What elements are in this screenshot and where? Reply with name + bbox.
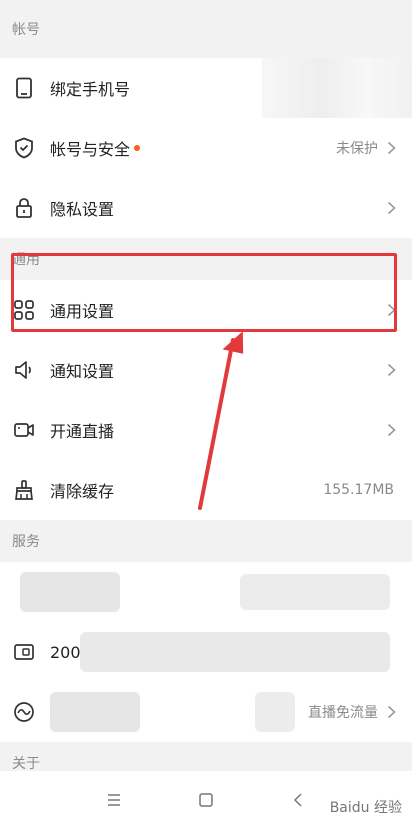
row-label-wrap: 帐号与安全 [50, 136, 336, 160]
video-camera-icon [12, 418, 36, 442]
row-service-blurred[interactable] [0, 562, 412, 622]
blurred-region [255, 692, 295, 732]
wave-icon [12, 700, 36, 724]
broom-icon [12, 478, 36, 502]
chevron-right-icon [384, 423, 398, 437]
lock-icon [12, 196, 36, 220]
blurred-region [20, 572, 120, 612]
row-label: 帐号与安全 [50, 140, 131, 159]
blurred-region [240, 574, 390, 610]
menu-icon[interactable] [103, 789, 125, 811]
row-notification[interactable]: 通知设置 [0, 340, 412, 400]
watermark: Baidu 经验 [329, 800, 402, 816]
home-icon[interactable] [195, 789, 217, 811]
section-title: 通用 [12, 252, 40, 268]
chevron-right-icon [384, 141, 398, 155]
phone-icon [12, 76, 36, 100]
chevron-right-icon [384, 705, 398, 719]
section-header-account: 帐号 [0, 0, 412, 58]
chevron-right-icon [384, 303, 398, 317]
row-label: 通知设置 [50, 362, 115, 381]
blurred-region [80, 632, 390, 672]
back-icon[interactable] [287, 789, 309, 811]
red-dot-badge [134, 145, 141, 151]
row-label: 开通直播 [50, 422, 115, 441]
section-title: 帐号 [12, 22, 40, 38]
section-title: 关于 [12, 756, 40, 772]
section-header-services: 服务 [0, 520, 412, 562]
row-service-1[interactable]: 200 [0, 622, 412, 682]
grid-icon [12, 298, 36, 322]
section-header-general: 通用 [0, 238, 412, 280]
row-clear-cache[interactable]: 清除缓存 155.17MB [0, 460, 412, 520]
row-value: 未保护 [336, 141, 378, 157]
row-value: 直播免流量 [308, 705, 378, 721]
row-label: 隐私设置 [50, 200, 115, 219]
row-bind-phone[interactable]: 绑定手机号 [0, 58, 412, 118]
row-privacy[interactable]: 隐私设置 [0, 178, 412, 238]
blurred-region [50, 692, 140, 732]
blurred-region [262, 58, 412, 118]
row-live[interactable]: 开通直播 [0, 400, 412, 460]
row-account-security[interactable]: 帐号与安全 未保护 [0, 118, 412, 178]
chevron-right-icon [384, 363, 398, 377]
row-service-2[interactable]: 直播免流量 [0, 682, 412, 742]
row-label: 通用设置 [50, 302, 115, 321]
section-title: 服务 [12, 534, 40, 550]
speaker-icon [12, 358, 36, 382]
shield-icon [12, 136, 36, 160]
row-value: 155.17MB [323, 482, 394, 498]
card-icon [12, 640, 36, 664]
chevron-right-icon [384, 201, 398, 215]
row-general-settings[interactable]: 通用设置 [0, 280, 412, 340]
row-label: 清除缓存 [50, 482, 115, 501]
